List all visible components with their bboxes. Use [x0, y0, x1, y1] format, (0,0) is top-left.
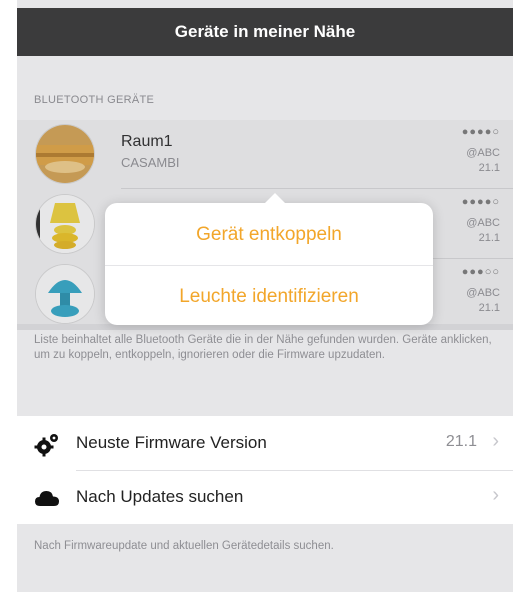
firmware-version-row[interactable]: Neuste Firmware Version 21.1 ›	[17, 416, 513, 471]
check-updates-label: Nach Updates suchen	[76, 487, 244, 506]
page-title: Geräte in meiner Nähe	[174, 22, 356, 41]
chevron-right-icon: ›	[492, 484, 499, 506]
action-popover: Gerät entkoppeln Leuchte identifizieren	[105, 193, 433, 327]
phone-screen: Geräte in meiner Nähe BLUETOOTH GERÄTE R…	[17, 0, 513, 592]
identify-light-button[interactable]: Leuchte identifizieren	[105, 267, 433, 327]
check-updates-row[interactable]: Nach Updates suchen ›	[17, 470, 513, 524]
popover-arrow	[265, 193, 285, 203]
navigation-bar: Geräte in meiner Nähe	[17, 8, 513, 56]
chevron-right-icon: ›	[492, 430, 499, 452]
device-list-footer: Liste beinhaltet alle Bluetooth Geräte d…	[34, 334, 492, 361]
cloud-icon	[34, 486, 59, 510]
firmware-version-value: 21.1	[445, 433, 477, 450]
firmware-settings-list: Neuste Firmware Version 21.1 › Nach Upda…	[17, 416, 513, 524]
bluetooth-section-header: BLUETOOTH GERÄTE	[34, 94, 155, 106]
unpair-device-button[interactable]: Gerät entkoppeln	[105, 205, 433, 265]
firmware-version-label: Neuste Firmware Version	[76, 433, 267, 452]
firmware-note: Nach Firmwareupdate und aktuellen Geräte…	[34, 540, 334, 552]
gear-icon	[34, 432, 58, 457]
divider	[105, 265, 433, 266]
